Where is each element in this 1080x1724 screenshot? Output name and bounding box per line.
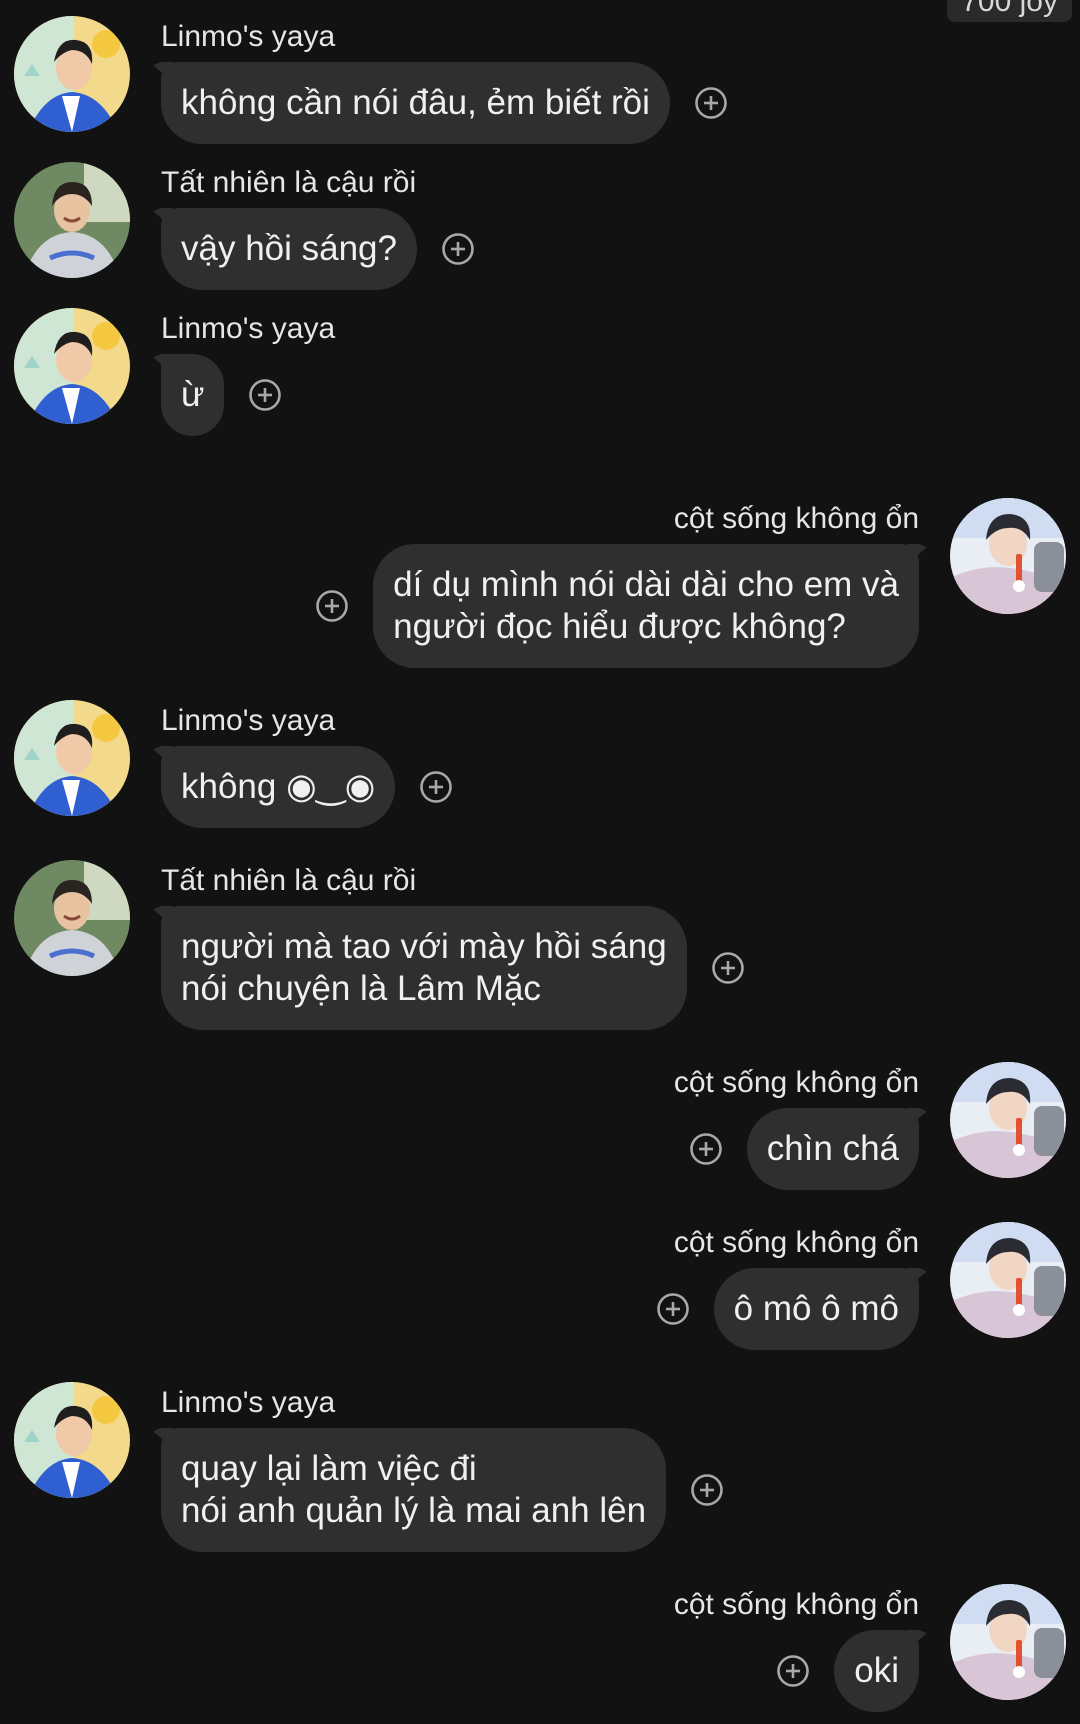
message-bubble[interactable]: không ◉‿◉ <box>161 746 396 828</box>
sender-name: cột sống không ổn <box>673 502 919 535</box>
avatar[interactable] <box>14 308 130 424</box>
top-status-chip: 700 joy <box>947 0 1072 22</box>
sender-name: Tất nhiên là cậu rồi <box>161 864 417 897</box>
add-reaction-icon[interactable] <box>419 770 453 804</box>
sender-name: Linmo's yaya <box>161 704 336 737</box>
message-bubble[interactable]: dí dụ mình nói dài dài cho em và người đ… <box>373 544 919 668</box>
sender-name: cột sống không ổn <box>673 1226 919 1259</box>
add-reaction-icon[interactable] <box>656 1292 690 1326</box>
avatar[interactable] <box>950 498 1066 614</box>
message-bubble[interactable]: vậy hồi sáng? <box>161 208 417 290</box>
add-reaction-icon[interactable] <box>248 378 282 412</box>
sender-name: cột sống không ổn <box>673 1588 919 1621</box>
avatar[interactable] <box>14 860 130 976</box>
message-bubble[interactable]: ừ <box>161 354 225 436</box>
avatar[interactable] <box>14 700 130 816</box>
avatar[interactable] <box>950 1584 1066 1700</box>
sender-name: Tất nhiên là cậu rồi <box>161 166 417 199</box>
sender-name: Linmo's yaya <box>161 1386 336 1419</box>
add-reaction-icon[interactable] <box>711 951 745 985</box>
message-bubble[interactable]: người mà tao với mày hồi sáng nói chuyện… <box>161 906 687 1030</box>
add-reaction-icon[interactable] <box>689 1132 723 1166</box>
message-bubble[interactable]: oki <box>834 1630 919 1712</box>
add-reaction-icon[interactable] <box>441 232 475 266</box>
sender-name: Linmo's yaya <box>161 20 336 53</box>
message-bubble[interactable]: quay lại làm việc đi nói anh quản lý là … <box>161 1428 667 1552</box>
avatar[interactable] <box>14 1382 130 1498</box>
sender-name: cột sống không ổn <box>673 1066 919 1099</box>
avatar[interactable] <box>14 16 130 132</box>
avatar[interactable] <box>950 1222 1066 1338</box>
add-reaction-icon[interactable] <box>690 1473 724 1507</box>
avatar[interactable] <box>14 162 130 278</box>
message-bubble[interactable]: ô mô ô mô <box>713 1268 919 1350</box>
message-bubble[interactable]: không cần nói đâu, ẻm biết rồi <box>161 62 670 144</box>
avatar[interactable] <box>950 1062 1066 1178</box>
add-reaction-icon[interactable] <box>315 589 349 623</box>
add-reaction-icon[interactable] <box>776 1654 810 1688</box>
message-bubble[interactable]: chìn chá <box>746 1108 919 1190</box>
sender-name: Linmo's yaya <box>161 312 336 345</box>
add-reaction-icon[interactable] <box>694 86 728 120</box>
